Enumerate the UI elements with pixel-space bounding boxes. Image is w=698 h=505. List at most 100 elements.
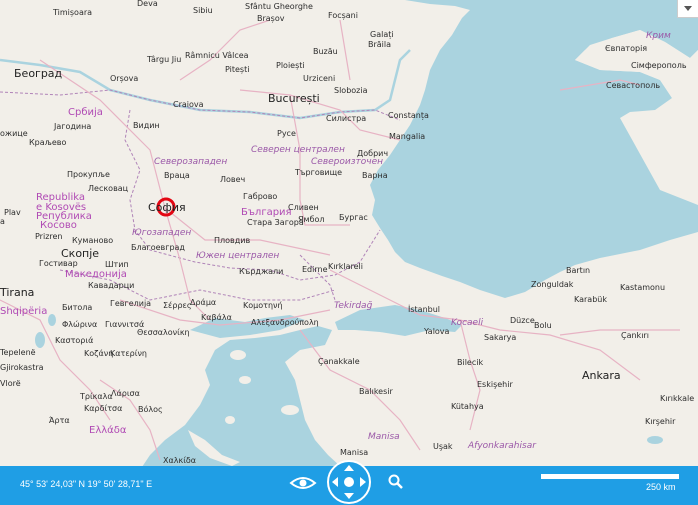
label-alexandroupoli: Αλεξανδρούπολη (251, 318, 319, 327)
label-kraljevo: Краљево (29, 138, 67, 147)
pan-control[interactable] (326, 459, 372, 505)
label-leskovac: Лесковац (88, 184, 129, 193)
label-komotini: Κομοτηνή (243, 301, 283, 310)
label-yuzhen: Южен централен (196, 251, 280, 261)
label-volos: Βόλος (138, 405, 163, 414)
label-larisa: Λάρισα (111, 389, 140, 398)
label-yalova: Yalova (424, 327, 450, 336)
label-sliven: Сливен (288, 203, 319, 212)
label-severoiztochen: Североизточен (311, 157, 384, 167)
label-jagodina: Јагодина (54, 122, 92, 131)
label-kavadarci: Кавадарци (88, 281, 135, 290)
label-timisoara: Timișoara (53, 8, 93, 17)
label-makedonija: Македонија (65, 269, 127, 280)
label-drama: Δράμα (190, 298, 217, 307)
label-tepelene: Tepelenë (0, 348, 36, 357)
label-kocaeli: Kocaeli (451, 318, 484, 328)
label-kirikkale: Kırıkkale (660, 394, 695, 403)
label-gevgelija: Гевгелија (110, 299, 152, 308)
search-icon[interactable] (387, 473, 405, 491)
label-lovech: Ловеч (220, 175, 246, 184)
label-yugozapaden: Югозападен (132, 228, 192, 238)
label-krym: Крим (646, 31, 671, 41)
label-skopje: Скопје (61, 247, 100, 260)
label-sibiu: Sibiu (193, 6, 213, 15)
label-burgas: Бургас (339, 213, 368, 222)
label-plovdiv: Пловдив (214, 236, 251, 245)
label-gjirokaster: Gjirokastra (0, 363, 44, 372)
layer-dropdown-button[interactable] (677, 0, 698, 18)
label-cankiri: Çankırı (621, 331, 649, 340)
label-duzce: Düzce (510, 316, 535, 325)
label-plav: Plav (4, 208, 21, 217)
label-constanta: Constanța (388, 111, 429, 120)
label-sevastopol: Севастополь (606, 81, 661, 90)
label-slobozia: Slobozia (334, 86, 368, 95)
label-severozapaden: Северозападен (154, 157, 228, 167)
label-braila: Brăila (368, 40, 392, 49)
label-vratsa: Враца (164, 171, 190, 180)
label-karabuk: Karabük (574, 295, 607, 304)
label-brasov: Brașov (257, 14, 285, 23)
label-sakarya: Sakarya (484, 333, 517, 342)
label-shtip: Штип (105, 260, 129, 269)
label-sever-central: Северен централен (251, 145, 345, 155)
label-ellada: Ελλάδα (89, 425, 127, 436)
label-karditsa: Καρδίτσα (84, 404, 123, 413)
label-trikala: Τρίκαλα (80, 392, 113, 401)
label-canakkale: Çanakkale (318, 357, 360, 366)
label-manisa-region: Manisa (368, 432, 400, 442)
coordinates-readout: 45° 53' 24,03" N 19° 50' 28,71" E (20, 479, 153, 489)
label-buzau: Buzău (313, 47, 338, 56)
label-kavala: Καβάλα (201, 313, 232, 322)
scale-bar (541, 474, 679, 479)
label-ploiesti: Ploiești (276, 61, 305, 70)
label-bulgaria: България (241, 207, 292, 218)
label-kastoria: Καστοριά (55, 336, 94, 345)
label-pitesti: Pitești (225, 65, 250, 74)
label-deva: Deva (137, 0, 158, 8)
label-ruse: Русе (277, 129, 296, 138)
label-urziceni: Urziceni (303, 74, 336, 83)
label-kirklareli: Kırklareli (328, 262, 363, 271)
map-view[interactable]: Timișoara Deva Sibiu Sfântu Gheorghe Bra… (0, 0, 698, 505)
label-kosovo: Косово (40, 220, 77, 231)
view-icon[interactable] (289, 473, 317, 493)
label-simferopol: Сімферополь (631, 61, 687, 70)
label-eskisehir: Eskişehir (477, 380, 513, 389)
label-bolu: Bolu (534, 321, 552, 330)
label-focsani: Focșani (328, 11, 358, 20)
label-halkida: Χαλκίδα (163, 456, 197, 465)
label-kutahya: Kütahya (451, 402, 484, 411)
label-ramnicu: Râmnicu Vâlcea (185, 51, 249, 60)
label-varna: Варна (362, 171, 388, 180)
label-kirsehir: Kırşehir (645, 417, 676, 426)
label-edirne: Edirne (302, 265, 328, 274)
label-afyon: Afyonkarahisar (468, 441, 536, 451)
label-ankara: Ankara (582, 369, 621, 382)
label-kardzhali: Кърджали (239, 267, 284, 276)
label-beograd: Београд (14, 67, 63, 80)
label-thessaloniki: Θεσσαλονίκη (137, 328, 190, 337)
label-targovishte: Търговище (295, 168, 343, 177)
label-balikesir: Balıkesir (359, 387, 393, 396)
label-galati: Galați (370, 30, 394, 39)
label-florina: Φλώρινα (62, 320, 98, 329)
label-kastamonu: Kastamonu (620, 283, 666, 292)
label-arta: Άρτα (49, 416, 70, 425)
label-targujiu: Târgu Jiu (147, 55, 182, 64)
label-craiova: Craiova (173, 100, 204, 109)
label-kumanovo: Куманово (72, 236, 114, 245)
label-blagoevgrad: Благоевград (131, 243, 185, 252)
label-srbija: Србија (68, 107, 103, 118)
label-prokuplje: Прокупље (67, 170, 110, 179)
label-serres: Σέρρες (163, 301, 192, 310)
label-a-edge: а (0, 217, 5, 226)
label-kozani: Κοζάνη (84, 349, 114, 358)
label-zonguldak: Zonguldak (531, 280, 574, 289)
label-bilecik: Bilecik (457, 358, 484, 367)
label-shqiperia: Shqipëria (0, 306, 48, 317)
label-mangalia: Mangalia (389, 132, 426, 141)
label-evpatoriya: Євпаторія (605, 44, 648, 53)
scale-label: 250 km (646, 482, 676, 492)
